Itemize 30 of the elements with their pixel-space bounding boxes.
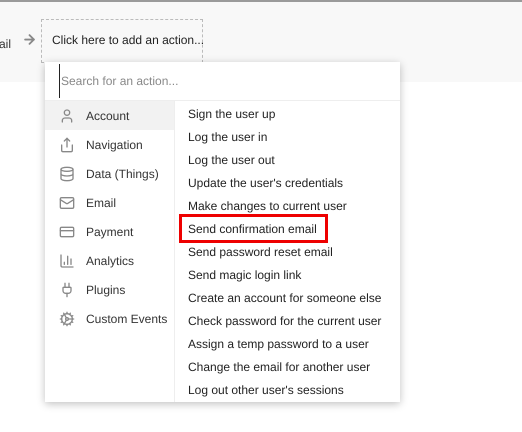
action-item[interactable]: Send confirmation email [182,217,325,240]
database-icon [59,166,75,182]
category-item[interactable]: Email [45,188,174,217]
category-item[interactable]: Navigation [45,130,174,159]
action-item[interactable]: Log out other user's sessions [183,378,400,401]
action-item[interactable]: Send magic login link [183,263,400,286]
envelope-icon [59,194,75,210]
category-item[interactable]: Data (Things) [45,159,174,188]
action-item[interactable]: Sign the user up [183,102,400,125]
action-item[interactable]: Assign a temp password to a user [183,332,400,355]
category-item[interactable]: Account [45,101,174,130]
action-item[interactable]: Create an account for someone else [183,286,400,309]
action-item[interactable]: Change the email for another user [183,355,400,378]
search-field[interactable]: Search for an action... [59,64,400,98]
category-item[interactable]: Plugins [45,275,174,304]
action-item[interactable]: Send password reset email [183,240,400,263]
action-item[interactable]: Log the user in [183,125,400,148]
category-item[interactable]: Analytics [45,246,174,275]
action-item[interactable]: Check password for the current user [183,309,400,332]
action-item[interactable]: Log the user out [183,148,400,171]
user-icon [59,108,75,124]
action-item[interactable]: Make changes to current user [183,194,400,217]
arrow-icon [22,32,38,47]
category-item[interactable]: Custom Events [45,304,174,333]
gear-icon [59,310,75,326]
share-icon [59,136,75,152]
category-item[interactable]: Payment [45,217,174,246]
bar-chart-icon [59,252,75,268]
action-item[interactable]: Update the user's credentials [183,171,400,194]
card-icon [59,224,75,240]
